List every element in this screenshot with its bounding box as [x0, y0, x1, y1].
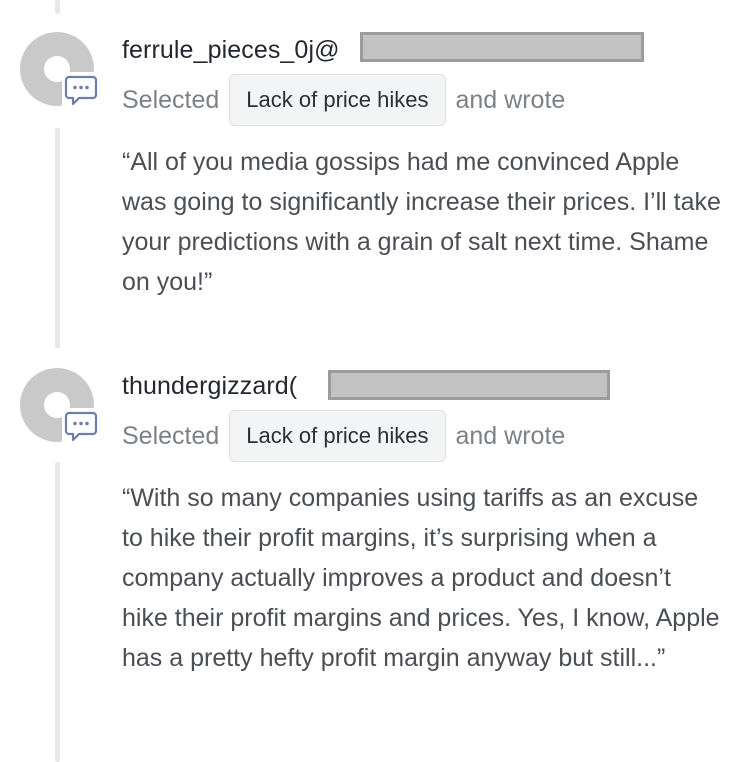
action-row: Selected Lack of price hikes and wrote	[122, 410, 565, 462]
action-suffix: and wrote	[455, 85, 566, 114]
username[interactable]: thundergizzard(	[122, 372, 297, 401]
thread-line-1	[55, 128, 60, 348]
selected-option-chip[interactable]: Lack of price hikes	[229, 74, 446, 126]
comment-quote: “All of you media gossips had me convinc…	[122, 148, 721, 296]
thread-line-top	[55, 0, 60, 14]
username[interactable]: ferrule_pieces_0j@	[122, 36, 340, 65]
username-row: ferrule_pieces_0j@	[122, 32, 340, 68]
comment-quote: “With so many companies using tariffs as…	[122, 484, 720, 672]
username-row: thundergizzard(	[122, 368, 297, 404]
thread-line-2	[55, 462, 60, 762]
speech-bubble-icon	[64, 411, 98, 442]
selected-option-chip[interactable]: Lack of price hikes	[229, 410, 446, 462]
action-row: Selected Lack of price hikes and wrote	[122, 74, 565, 126]
action-prefix: Selected	[122, 421, 220, 450]
speech-bubble-icon	[64, 75, 98, 106]
redacted-username	[360, 32, 644, 62]
redacted-username	[328, 370, 610, 400]
action-suffix: and wrote	[455, 421, 566, 450]
action-prefix: Selected	[122, 85, 220, 114]
